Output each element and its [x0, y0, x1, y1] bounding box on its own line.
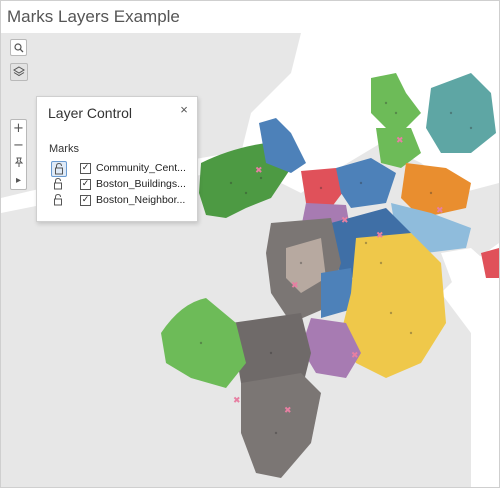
community-center-mark: ✖	[291, 281, 299, 291]
layers-icon	[13, 66, 25, 77]
unlocked-lock-icon[interactable]	[51, 177, 67, 193]
layer-control-title: Layer Control	[48, 105, 133, 121]
layer-name: Community_Cent...	[96, 162, 186, 174]
community-center-mark: ✖	[233, 396, 241, 406]
layer-row-community-centers[interactable]: ✓ Community_Cent...	[51, 161, 191, 177]
expand-toolbar-button[interactable]: ▸	[11, 172, 26, 189]
layers-button[interactable]	[10, 63, 28, 81]
map-controls: + − ▸	[10, 119, 27, 190]
community-center-mark: ✖	[255, 166, 263, 176]
search-button[interactable]	[10, 39, 27, 56]
community-center-mark: ✖	[284, 406, 292, 416]
layer-control-panel: Layer Control × Marks ✓ Community_Cent..…	[36, 96, 198, 222]
layer-name: Boston_Buildings...	[96, 178, 186, 190]
zoom-in-button[interactable]: +	[11, 120, 26, 137]
community-center-mark: ✖	[341, 216, 349, 226]
magnifier-icon	[13, 42, 23, 52]
layer-row-neighborhoods[interactable]: ✓ Boston_Neighbor...	[51, 193, 191, 209]
dashboard-frame: Marks Layers Example ✖ ✖ ✖ ✖ ✖ ✖ ✖ ✖ ✖ +…	[0, 0, 500, 488]
neighborhood-blue-backbay	[336, 158, 396, 208]
neighborhood-gray-hydepark	[241, 373, 321, 478]
community-center-mark: ✖	[376, 231, 384, 241]
layer-section-label: Marks	[49, 143, 79, 155]
layer-row-buildings[interactable]: ✓ Boston_Buildings...	[51, 177, 191, 193]
pin-icon	[14, 157, 23, 167]
layer-checkbox[interactable]: ✓	[80, 179, 91, 190]
dashboard-title: Marks Layers Example	[7, 7, 180, 26]
unlocked-lock-icon[interactable]	[51, 161, 67, 177]
neighborhood-green-westroxbury	[161, 298, 246, 388]
unlocked-lock-icon[interactable]	[51, 193, 67, 209]
community-center-mark: ✖	[351, 351, 359, 361]
zoom-out-button[interactable]: −	[11, 137, 26, 154]
community-center-mark: ✖	[396, 136, 404, 146]
pin-button[interactable]	[11, 154, 26, 171]
layer-checkbox[interactable]: ✓	[80, 163, 91, 174]
community-center-mark: ✖	[436, 206, 444, 216]
layer-name: Boston_Neighbor...	[96, 194, 186, 206]
close-icon[interactable]: ×	[177, 103, 191, 117]
layer-checkbox[interactable]: ✓	[80, 195, 91, 206]
map-view[interactable]: ✖ ✖ ✖ ✖ ✖ ✖ ✖ ✖ ✖ + − ▸ Layer Control × …	[1, 33, 499, 487]
